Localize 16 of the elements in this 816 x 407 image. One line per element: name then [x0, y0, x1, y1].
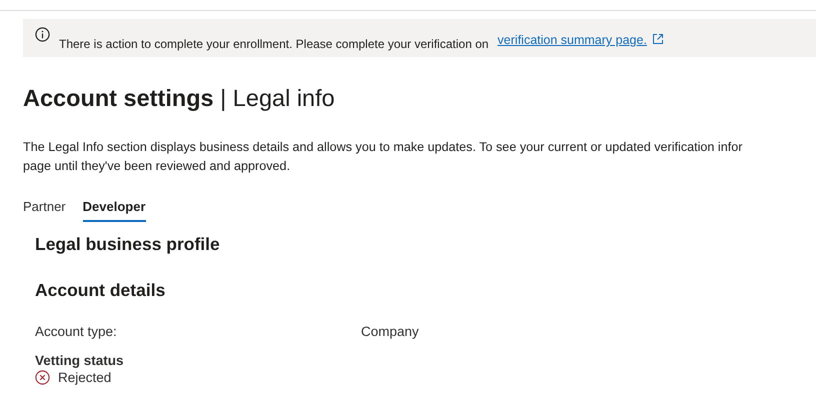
external-link-icon — [652, 33, 664, 45]
vetting-label: Vetting status — [35, 353, 125, 368]
tab[interactable]: Developer — [82, 199, 146, 222]
field-value: Company — [361, 324, 420, 339]
description-text: The Legal Info section displays business details and allows you to make updates. To see your current or updated verification infor — [23, 139, 744, 156]
field-label: Account type: — [35, 324, 118, 339]
info-icon — [35, 27, 50, 42]
error-icon — [35, 370, 50, 385]
banner-message: There is action to complete your enrollment. Please complete your verification on — [59, 37, 489, 51]
vetting-status: Rejected — [58, 370, 112, 385]
verification-link[interactable]: verification summary page. — [498, 33, 664, 47]
section-heading: Legal business profile — [35, 234, 221, 255]
tab[interactable]: Partner — [23, 199, 66, 222]
description-text: page until they've been reviewed and approved. — [23, 158, 292, 175]
section-heading: Account details — [35, 280, 166, 301]
page-title: Account settings | Legal info — [23, 85, 336, 112]
